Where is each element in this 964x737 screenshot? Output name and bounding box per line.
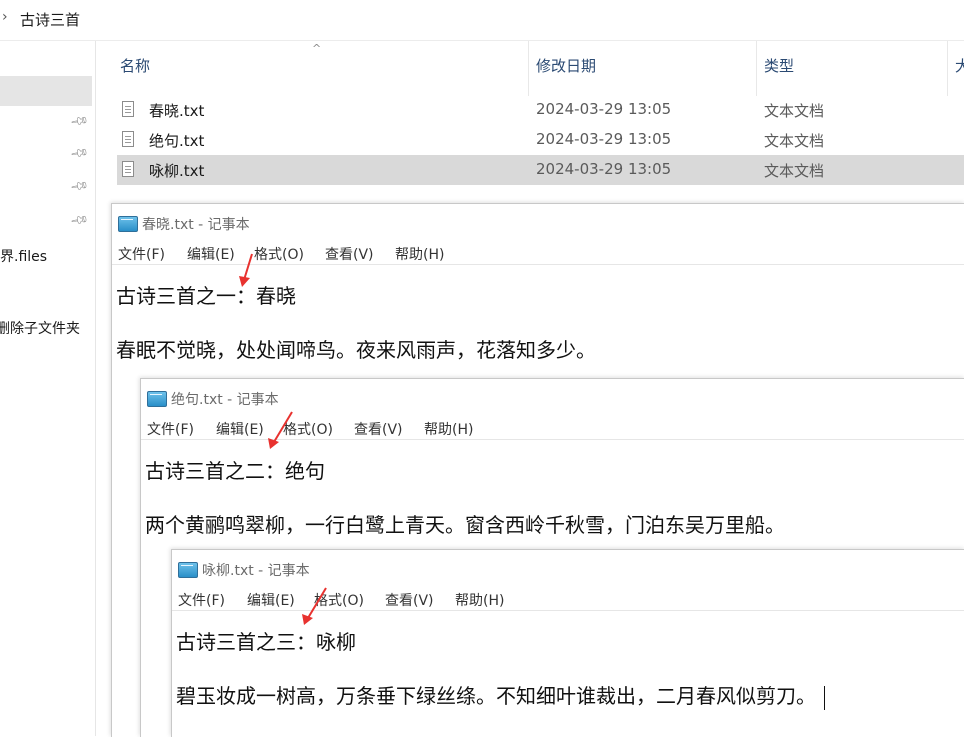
pin-icon[interactable]: 📌︎ bbox=[69, 176, 90, 196]
text-cursor bbox=[824, 685, 825, 710]
pin-icon[interactable]: 📌︎ bbox=[69, 210, 90, 230]
file-date: 2024-03-29 13:05 bbox=[536, 100, 672, 118]
poem-text-line: 春眠不觉晓，处处闻啼鸟。夜来风雨声，花落知多少。 bbox=[116, 338, 596, 362]
annotation-arrow-icon bbox=[268, 411, 293, 449]
nav-item-delete[interactable]: 删除子文件夹 bbox=[0, 318, 80, 338]
sort-ascending-icon: ^ bbox=[312, 42, 322, 55]
column-header-date[interactable]: 修改日期 bbox=[536, 55, 596, 81]
file-name: 绝句.txt bbox=[149, 132, 205, 150]
column-header-type[interactable]: 类型 bbox=[764, 55, 794, 81]
nav-selected-item[interactable] bbox=[0, 76, 92, 106]
pin-icon[interactable]: 📌︎ bbox=[69, 143, 90, 163]
column-divider[interactable] bbox=[756, 41, 757, 96]
menu-file[interactable]: 文件(F) bbox=[178, 590, 225, 610]
column-header-name[interactable]: 名称 bbox=[120, 55, 150, 81]
menu-help[interactable]: 帮助(H) bbox=[395, 244, 444, 264]
title-bar[interactable]: 春晓.txt - 记事本 bbox=[112, 204, 964, 240]
notepad-icon bbox=[147, 391, 167, 407]
menu-edit[interactable]: 编辑(E) bbox=[216, 419, 264, 439]
file-type: 文本文档 bbox=[764, 102, 825, 120]
notepad-icon bbox=[178, 562, 198, 578]
poem-title-line: 古诗三首之三：咏柳 bbox=[176, 630, 356, 654]
window-title: 春晓.txt - 记事本 bbox=[142, 217, 250, 233]
column-divider[interactable] bbox=[947, 41, 948, 96]
pin-icon[interactable]: 📌︎ bbox=[69, 111, 90, 131]
divider bbox=[0, 40, 964, 41]
notepad-window-yongliu[interactable]: 咏柳.txt - 记事本 文件(F) 编辑(E) 格式(O) 查看(V) 帮助(… bbox=[171, 549, 964, 737]
menu-edit[interactable]: 编辑(E) bbox=[247, 590, 295, 610]
text-file-icon bbox=[122, 131, 134, 147]
column-header-size[interactable]: 大 bbox=[955, 55, 964, 81]
file-date: 2024-03-29 13:05 bbox=[536, 130, 672, 148]
text-file-icon bbox=[122, 161, 134, 177]
window-title: 咏柳.txt - 记事本 bbox=[202, 563, 310, 579]
menu-edit[interactable]: 编辑(E) bbox=[187, 244, 235, 264]
file-row[interactable]: 绝句.txt 2024-03-29 13:05 文本文档 bbox=[117, 125, 964, 155]
file-type: 文本文档 bbox=[764, 132, 825, 150]
column-divider[interactable] bbox=[528, 41, 529, 96]
file-row-selected[interactable]: 咏柳.txt 2024-03-29 13:05 文本文档 bbox=[117, 155, 964, 185]
file-name: 春晓.txt bbox=[149, 102, 205, 120]
poem-text-line: 碧玉妆成一树高，万条垂下绿丝绦。不知细叶谁裁出，二月春风似剪刀。 bbox=[176, 680, 825, 710]
menu-view[interactable]: 查看(V) bbox=[385, 590, 434, 610]
menu-view[interactable]: 查看(V) bbox=[354, 419, 403, 439]
breadcrumb-current-folder[interactable]: 古诗三首 bbox=[20, 9, 80, 30]
menu-help[interactable]: 帮助(H) bbox=[424, 419, 473, 439]
poem-text-line: 两个黄鹂鸣翠柳，一行白鹭上青天。窗含西岭千秋雪，门泊东吴万里船。 bbox=[145, 513, 785, 537]
window-title: 绝句.txt - 记事本 bbox=[171, 392, 279, 408]
file-date: 2024-03-29 13:05 bbox=[536, 160, 672, 178]
menu-file[interactable]: 文件(F) bbox=[147, 419, 194, 439]
title-bar[interactable]: 咏柳.txt - 记事本 bbox=[172, 550, 964, 586]
divider bbox=[172, 610, 964, 611]
menu-file[interactable]: 文件(F) bbox=[118, 244, 165, 264]
file-name: 咏柳.txt bbox=[149, 162, 205, 180]
notepad-icon bbox=[118, 216, 138, 232]
file-type: 文本文档 bbox=[764, 162, 825, 180]
navigation-pane: 📌︎ 📌︎ 📌︎ 📌︎ 界.files 删除子文件夹 bbox=[0, 41, 96, 736]
menu-view[interactable]: 查看(V) bbox=[325, 244, 374, 264]
annotation-arrow-icon bbox=[239, 253, 253, 287]
menu-bar: 文件(F) 编辑(E) 格式(O) 查看(V) 帮助(H) bbox=[172, 586, 964, 610]
menu-help[interactable]: 帮助(H) bbox=[455, 590, 504, 610]
annotation-arrow-icon bbox=[302, 587, 327, 625]
breadcrumb: › 古诗三首 bbox=[0, 0, 964, 40]
chevron-right-icon: › bbox=[2, 9, 8, 25]
nav-item-files[interactable]: 界.files bbox=[0, 246, 47, 266]
file-row[interactable]: 春晓.txt 2024-03-29 13:05 文本文档 bbox=[117, 95, 964, 125]
poem-title-line: 古诗三首之二：绝句 bbox=[145, 459, 325, 483]
text-file-icon bbox=[122, 101, 134, 117]
